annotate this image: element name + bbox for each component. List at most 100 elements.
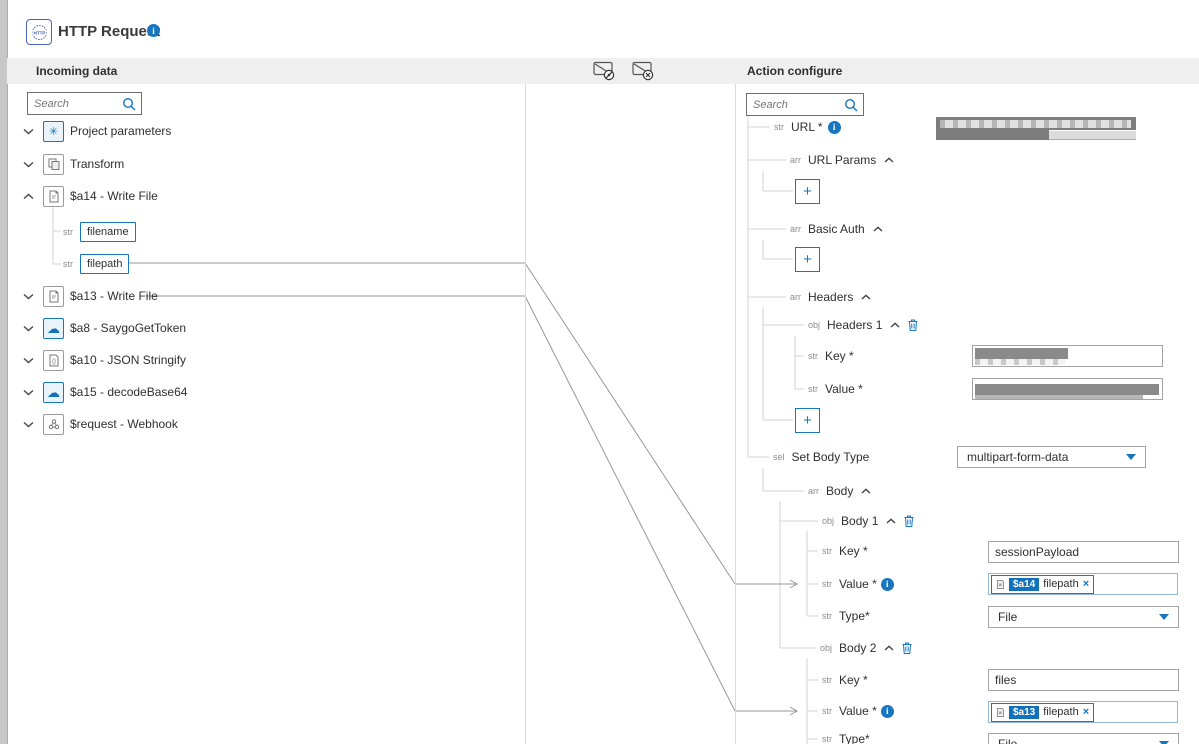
chevron-down-icon[interactable] xyxy=(23,293,34,300)
panel-divider-left xyxy=(525,84,526,744)
search-icon[interactable] xyxy=(122,97,136,111)
add-header-button[interactable]: + xyxy=(795,408,820,433)
delete-body-2-icon[interactable] xyxy=(902,642,912,654)
tree-item-a8-saygogettoken[interactable]: ☁ $a8 - SaygoGetToken xyxy=(23,317,186,339)
chevron-up-icon[interactable] xyxy=(886,518,896,524)
http-request-icon: HTTP xyxy=(26,19,52,45)
body2-type-dropdown[interactable]: File xyxy=(988,733,1179,744)
tree-leaf-filename: str filename xyxy=(63,221,136,243)
field-row-headers-key: str Key * xyxy=(808,349,854,363)
chevron-up-icon[interactable] xyxy=(873,226,883,232)
project-parameters-icon: ✳ xyxy=(43,120,64,142)
field-row-body: arr Body xyxy=(808,480,871,502)
write-file-icon xyxy=(997,707,1004,717)
write-file-icon xyxy=(997,579,1004,589)
info-icon[interactable] xyxy=(827,120,841,134)
remove-all-mappings-icon[interactable] xyxy=(631,61,655,81)
chevron-down-icon[interactable] xyxy=(23,421,34,428)
mapped-value-chip[interactable]: $a13 filepath × xyxy=(991,702,1095,722)
url-value-redacted xyxy=(936,117,1136,142)
write-file-icon xyxy=(43,185,64,207)
dropdown-caret-icon xyxy=(1126,454,1136,460)
http-request-mapping-screen: HTTP HTTP Request Incoming data Action c… xyxy=(0,0,1199,744)
chevron-up-icon[interactable] xyxy=(23,192,34,200)
source-action-badge: $a13 xyxy=(1009,705,1040,719)
incoming-search xyxy=(27,92,142,115)
hide-mapped-fields-icon[interactable] xyxy=(592,61,616,81)
tree-item-transform[interactable]: Transform xyxy=(23,153,124,175)
chevron-down-icon[interactable] xyxy=(23,161,34,168)
action-search xyxy=(746,93,864,116)
chevron-down-icon[interactable] xyxy=(23,389,34,396)
tree-and-mapping-lines xyxy=(52,116,818,744)
body1-type-dropdown[interactable]: File xyxy=(988,606,1179,628)
field-row-body2-type: str Type* xyxy=(822,732,870,744)
webhook-icon xyxy=(43,413,64,435)
body1-key-input[interactable] xyxy=(988,541,1179,563)
chevron-up-icon[interactable] xyxy=(884,157,894,163)
section-header-band: Incoming data Action configure xyxy=(7,58,1199,84)
svg-text:HTTP: HTTP xyxy=(33,30,45,35)
field-row-body-2: obj Body 2 xyxy=(820,637,912,659)
svg-text:{}: {} xyxy=(51,359,55,365)
chevron-down-icon[interactable] xyxy=(23,325,34,332)
tree-item-a14-write-file[interactable]: $a14 - Write File xyxy=(23,185,158,207)
chevron-down-icon[interactable] xyxy=(23,128,34,135)
field-row-body1-key: str Key * xyxy=(822,544,868,558)
page-title: HTTP Request xyxy=(58,23,161,40)
field-row-headers: arr Headers xyxy=(790,286,871,308)
field-row-headers-1: obj Headers 1 xyxy=(808,314,918,336)
remove-mapping-icon[interactable]: × xyxy=(1083,578,1089,590)
tree-item-a10-json-stringify[interactable]: {} $a10 - JSON Stringify xyxy=(23,349,186,371)
action-configure-header: Action configure xyxy=(747,64,843,78)
filename-node[interactable]: filename xyxy=(80,222,136,242)
transform-icon xyxy=(43,153,64,175)
delete-body-1-icon[interactable] xyxy=(904,515,914,527)
search-icon[interactable] xyxy=(844,98,858,112)
add-basic-auth-button[interactable]: + xyxy=(795,247,820,272)
source-action-badge: $a14 xyxy=(1009,577,1040,591)
add-url-param-button[interactable]: + xyxy=(795,179,820,204)
body1-value-field[interactable]: $a14 filepath × xyxy=(988,573,1178,595)
field-row-url-params: arr URL Params xyxy=(790,149,894,171)
chevron-up-icon[interactable] xyxy=(890,322,900,328)
info-icon[interactable] xyxy=(147,24,160,37)
field-row-body1-type: str Type* xyxy=(822,609,870,623)
tree-leaf-filepath: str filepath xyxy=(63,253,130,275)
body2-key-input[interactable] xyxy=(988,669,1179,691)
field-row-url: str URL * xyxy=(774,116,841,138)
panel-divider-right xyxy=(735,84,736,744)
field-row-body2-key: str Key * xyxy=(822,673,868,687)
delete-headers-1-icon[interactable] xyxy=(908,319,918,331)
cloud-icon: ☁ xyxy=(43,381,64,403)
tree-item-a13-write-file[interactable]: $a13 - Write File xyxy=(23,285,158,307)
headers-key-input[interactable] xyxy=(972,345,1163,367)
dropdown-caret-icon xyxy=(1159,614,1169,620)
field-row-basic-auth: arr Basic Auth xyxy=(790,218,883,240)
window-edge xyxy=(0,0,8,744)
mapped-value-chip[interactable]: $a14 filepath × xyxy=(991,574,1095,594)
field-row-body-1: obj Body 1 xyxy=(822,510,914,532)
write-file-icon xyxy=(43,285,64,307)
json-stringify-icon: {} xyxy=(43,349,64,371)
tree-item-a15-decodebase64[interactable]: ☁ $a15 - decodeBase64 xyxy=(23,381,187,403)
chevron-up-icon[interactable] xyxy=(861,294,871,300)
incoming-data-header: Incoming data xyxy=(36,64,118,78)
set-body-type-dropdown[interactable]: multipart-form-data xyxy=(957,446,1146,468)
cloud-icon: ☁ xyxy=(43,317,64,339)
field-row-set-body-type: sel Set Body Type xyxy=(773,450,870,464)
headers-value-input[interactable] xyxy=(972,378,1163,400)
tree-item-project-parameters[interactable]: ✳ Project parameters xyxy=(23,120,171,142)
chevron-up-icon[interactable] xyxy=(884,645,894,651)
tree-item-request-webhook[interactable]: $request - Webhook xyxy=(23,413,178,435)
filepath-node[interactable]: filepath xyxy=(80,254,130,274)
field-row-body2-value: str Value * xyxy=(822,700,894,722)
info-icon[interactable] xyxy=(880,577,894,591)
field-row-body1-value: str Value * xyxy=(822,573,894,595)
body2-value-field[interactable]: $a13 filepath × xyxy=(988,701,1178,723)
remove-mapping-icon[interactable]: × xyxy=(1083,706,1089,718)
field-row-headers-value: str Value * xyxy=(808,382,863,396)
chevron-up-icon[interactable] xyxy=(861,488,871,494)
info-icon[interactable] xyxy=(880,704,894,718)
chevron-down-icon[interactable] xyxy=(23,357,34,364)
